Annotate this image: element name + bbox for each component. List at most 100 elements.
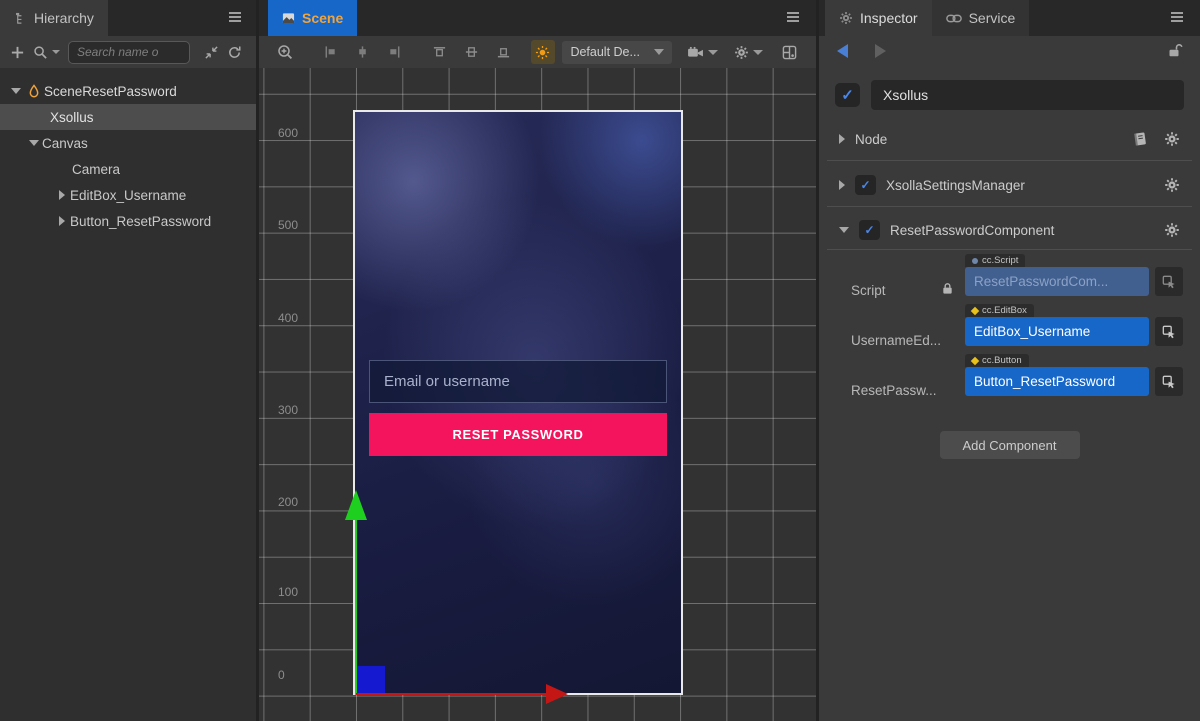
hierarchy-menu-icon[interactable] (228, 11, 242, 23)
hierarchy-panel: Hierarchy (0, 0, 256, 721)
component-enabled-checkbox[interactable]: ✓ (859, 220, 880, 240)
gizmo-light-icon[interactable] (531, 40, 555, 64)
y-axis-arrow-icon[interactable] (345, 490, 367, 520)
scene-viewport[interactable]: 600 500 400 300 200 100 0 Email or usern… (259, 68, 816, 721)
tree-label: SceneResetPassword (44, 84, 177, 99)
tree-label: EditBox_Username (70, 188, 186, 203)
node-gear-icon[interactable] (1164, 131, 1180, 147)
align-left-icon[interactable] (318, 40, 342, 64)
divider (827, 160, 1192, 161)
button-reference-field[interactable]: Button_ResetPassword (965, 367, 1149, 396)
unlock-icon[interactable] (1167, 43, 1184, 58)
expand-caret-icon[interactable] (8, 88, 24, 94)
component-xsolla-settings-header[interactable]: ✓ XsollaSettingsManager (819, 166, 1200, 204)
ruler-label: 600 (278, 126, 298, 140)
script-type-dot-icon (972, 258, 978, 264)
service-tab-label: Service (969, 10, 1016, 26)
camera-dropdown-caret (708, 50, 718, 55)
align-vertical-center-icon[interactable] (459, 40, 483, 64)
split-view-icon[interactable] (778, 40, 802, 64)
hierarchy-tab-label: Hierarchy (34, 10, 94, 26)
component-gear-icon[interactable] (1164, 222, 1180, 238)
type-tag-badge: cc.Script (965, 254, 1025, 267)
inspector-menu-icon[interactable] (1170, 11, 1184, 23)
node-picker-icon[interactable] (1155, 317, 1183, 346)
service-link-icon (946, 14, 962, 23)
node-picker-icon[interactable] (1155, 267, 1183, 296)
scene-settings-dropdown[interactable] (734, 45, 763, 60)
button-type-diamond-icon (971, 356, 979, 364)
node-picker-icon[interactable] (1155, 367, 1183, 396)
property-label: UsernameEd... (851, 333, 951, 348)
property-row-username-editbox: UsernameEd... cc.EditBox EditBox_Usernam… (819, 316, 1200, 358)
node-book-icon[interactable] (1132, 131, 1148, 147)
component-gear-icon[interactable] (1164, 177, 1180, 193)
editbox-type-diamond-icon (971, 306, 979, 314)
tree-node-scene-root[interactable]: SceneResetPassword (0, 78, 256, 104)
collapse-all-icon[interactable] (204, 45, 219, 60)
expand-caret-icon[interactable] (839, 180, 845, 190)
inspector-tab-label: Inspector (860, 10, 918, 26)
expand-caret-icon[interactable] (839, 134, 845, 144)
inspector-tabbar: Inspector Service (819, 0, 1200, 36)
tab-scene[interactable]: Scene (268, 0, 357, 36)
x-axis-line (356, 693, 546, 695)
design-canvas-preview[interactable]: Email or username RESET PASSWORD (353, 110, 683, 695)
tree-node-editbox[interactable]: EditBox_Username (0, 182, 256, 208)
ruler-label: 500 (278, 218, 298, 232)
preview-email-input[interactable]: Email or username (369, 360, 667, 403)
component-name: ResetPasswordComponent (890, 223, 1054, 238)
align-top-icon[interactable] (427, 40, 451, 64)
tab-hierarchy[interactable]: Hierarchy (0, 0, 108, 36)
zoom-tool-icon[interactable] (273, 40, 297, 64)
tree-node-camera[interactable]: Camera (0, 156, 256, 182)
editbox-reference-field[interactable]: EditBox_Username (965, 317, 1149, 346)
node-name-field[interactable]: Xsollus (871, 80, 1184, 110)
hierarchy-search-input[interactable] (68, 41, 190, 64)
history-forward-icon[interactable] (875, 44, 886, 58)
tree-node-canvas[interactable]: Canvas (0, 130, 256, 156)
lock-icon (941, 282, 954, 295)
align-horizontal-center-icon[interactable] (350, 40, 374, 64)
tree-node-button[interactable]: Button_ResetPassword (0, 208, 256, 234)
tab-service[interactable]: Service (932, 0, 1030, 36)
x-axis-arrow-icon[interactable] (546, 684, 568, 704)
node-active-checkbox[interactable]: ✓ (835, 83, 860, 107)
history-back-icon[interactable] (837, 44, 848, 58)
expand-caret-icon[interactable] (839, 227, 849, 233)
hierarchy-toolbar (0, 36, 256, 68)
property-row-reset-button: ResetPassw... cc.Button Button_ResetPass… (819, 366, 1200, 408)
refresh-icon[interactable] (227, 45, 242, 60)
inspector-nav (819, 36, 1200, 66)
cocos-creator-editor: Hierarchy (0, 0, 1200, 721)
script-reference-field: ResetPasswordCom... (965, 267, 1149, 296)
camera-view-dropdown[interactable] (687, 46, 718, 59)
component-name: XsollaSettingsManager (886, 178, 1025, 193)
scene-flame-icon (24, 84, 44, 98)
editbox-reference-value: EditBox_Username (974, 324, 1090, 339)
node-name-value: Xsollus (883, 87, 928, 103)
scene-tabbar: Scene (259, 0, 816, 36)
align-right-icon[interactable] (382, 40, 406, 64)
search-filter-icon[interactable] (33, 45, 60, 60)
add-node-icon[interactable] (10, 45, 25, 60)
node-section-header[interactable]: Node (819, 120, 1200, 158)
component-enabled-checkbox[interactable]: ✓ (855, 175, 876, 195)
ruler-label: 200 (278, 495, 298, 509)
device-dropdown[interactable]: Default De... (562, 41, 672, 64)
expand-caret-icon[interactable] (26, 140, 42, 146)
expand-caret-icon[interactable] (54, 190, 70, 200)
add-component-button[interactable]: Add Component (940, 431, 1080, 459)
divider (827, 249, 1192, 250)
device-dropdown-caret (654, 49, 664, 55)
component-reset-password-header[interactable]: ✓ ResetPasswordComponent (819, 211, 1200, 249)
expand-caret-icon[interactable] (54, 216, 70, 226)
preview-reset-password-button[interactable]: RESET PASSWORD (369, 413, 667, 456)
align-bottom-icon[interactable] (491, 40, 515, 64)
tree-label: Camera (72, 162, 120, 177)
scene-menu-icon[interactable] (786, 11, 800, 23)
tree-node-xsollus[interactable]: Xsollus (0, 104, 256, 130)
origin-node-gizmo[interactable] (357, 666, 385, 694)
tab-inspector[interactable]: Inspector (825, 0, 932, 36)
scene-image-icon (282, 12, 295, 25)
